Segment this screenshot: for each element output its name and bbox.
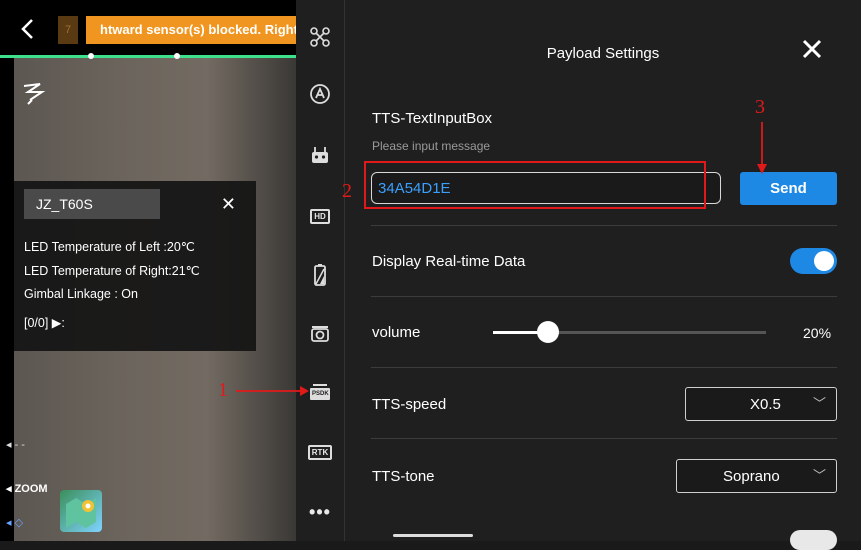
annotation-arrowhead-3 [757, 164, 767, 174]
annotation-arrows [236, 122, 767, 396]
annotation-arrowhead-1 [300, 386, 309, 396]
